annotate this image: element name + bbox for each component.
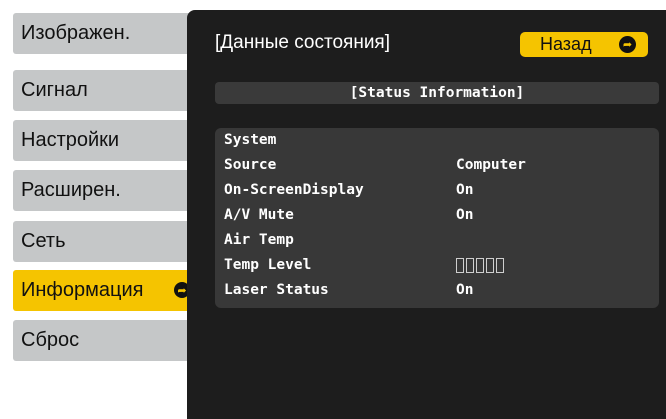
back-button-label: Назад xyxy=(540,34,592,54)
info-value: On xyxy=(456,182,474,198)
menu-item-image[interactable]: Изображен. xyxy=(13,13,200,54)
menu-item-label: Изображен. xyxy=(21,22,131,44)
temp-level-box xyxy=(476,257,484,273)
info-label: Laser Status xyxy=(224,282,329,298)
temp-level-box xyxy=(466,257,474,273)
back-button[interactable]: Назад ➦ xyxy=(520,32,648,57)
menu-item-settings[interactable]: Настройки xyxy=(13,120,200,161)
status-panel: [Данные состояния] Назад ➦ [Status Infor… xyxy=(187,10,666,419)
info-label: On-ScreenDisplay xyxy=(224,182,364,198)
temp-level-box xyxy=(486,257,494,273)
info-row-system: System xyxy=(224,130,644,154)
temp-level-box xyxy=(456,257,464,273)
temp-level-box xyxy=(496,257,504,273)
menu-item-label: Сеть xyxy=(21,230,66,252)
info-label: Temp Level xyxy=(224,257,312,273)
menu-item-label: Расширен. xyxy=(21,179,121,201)
info-row-osd: On-ScreenDisplay On xyxy=(224,180,644,204)
menu-item-information[interactable]: Информация ➦ xyxy=(13,270,200,311)
info-value: On xyxy=(456,282,474,298)
menu-item-label: Настройки xyxy=(21,129,120,151)
menu-item-network[interactable]: Сеть xyxy=(13,221,200,262)
menu-item-reset[interactable]: Сброс xyxy=(13,320,200,361)
section-header: [Status Information] xyxy=(215,82,659,104)
menu-item-label: Сигнал xyxy=(21,79,88,101)
info-label: Air Temp xyxy=(224,232,294,248)
info-label: Source xyxy=(224,157,277,173)
menu-item-signal[interactable]: Сигнал xyxy=(13,70,200,111)
info-label: A/V Mute xyxy=(224,207,294,223)
temp-level-indicator xyxy=(456,257,506,273)
info-row-air-temp: Air Temp xyxy=(224,230,644,254)
panel-title: [Данные состояния] xyxy=(215,32,390,53)
enter-arrow-icon: ➦ xyxy=(619,36,636,53)
info-value: On xyxy=(456,207,474,223)
status-info-box: System Source Computer On-ScreenDisplay … xyxy=(215,128,659,308)
menu-item-label: Информация xyxy=(21,279,144,301)
info-row-source: Source Computer xyxy=(224,155,644,179)
info-value: Computer xyxy=(456,157,526,173)
info-row-temp-level: Temp Level xyxy=(224,255,644,279)
info-label: System xyxy=(224,132,277,148)
info-row-av-mute: A/V Mute On xyxy=(224,205,644,229)
menu-item-label: Сброс xyxy=(21,329,80,351)
info-row-laser-status: Laser Status On xyxy=(224,280,644,304)
menu-item-extended[interactable]: Расширен. xyxy=(13,170,200,211)
